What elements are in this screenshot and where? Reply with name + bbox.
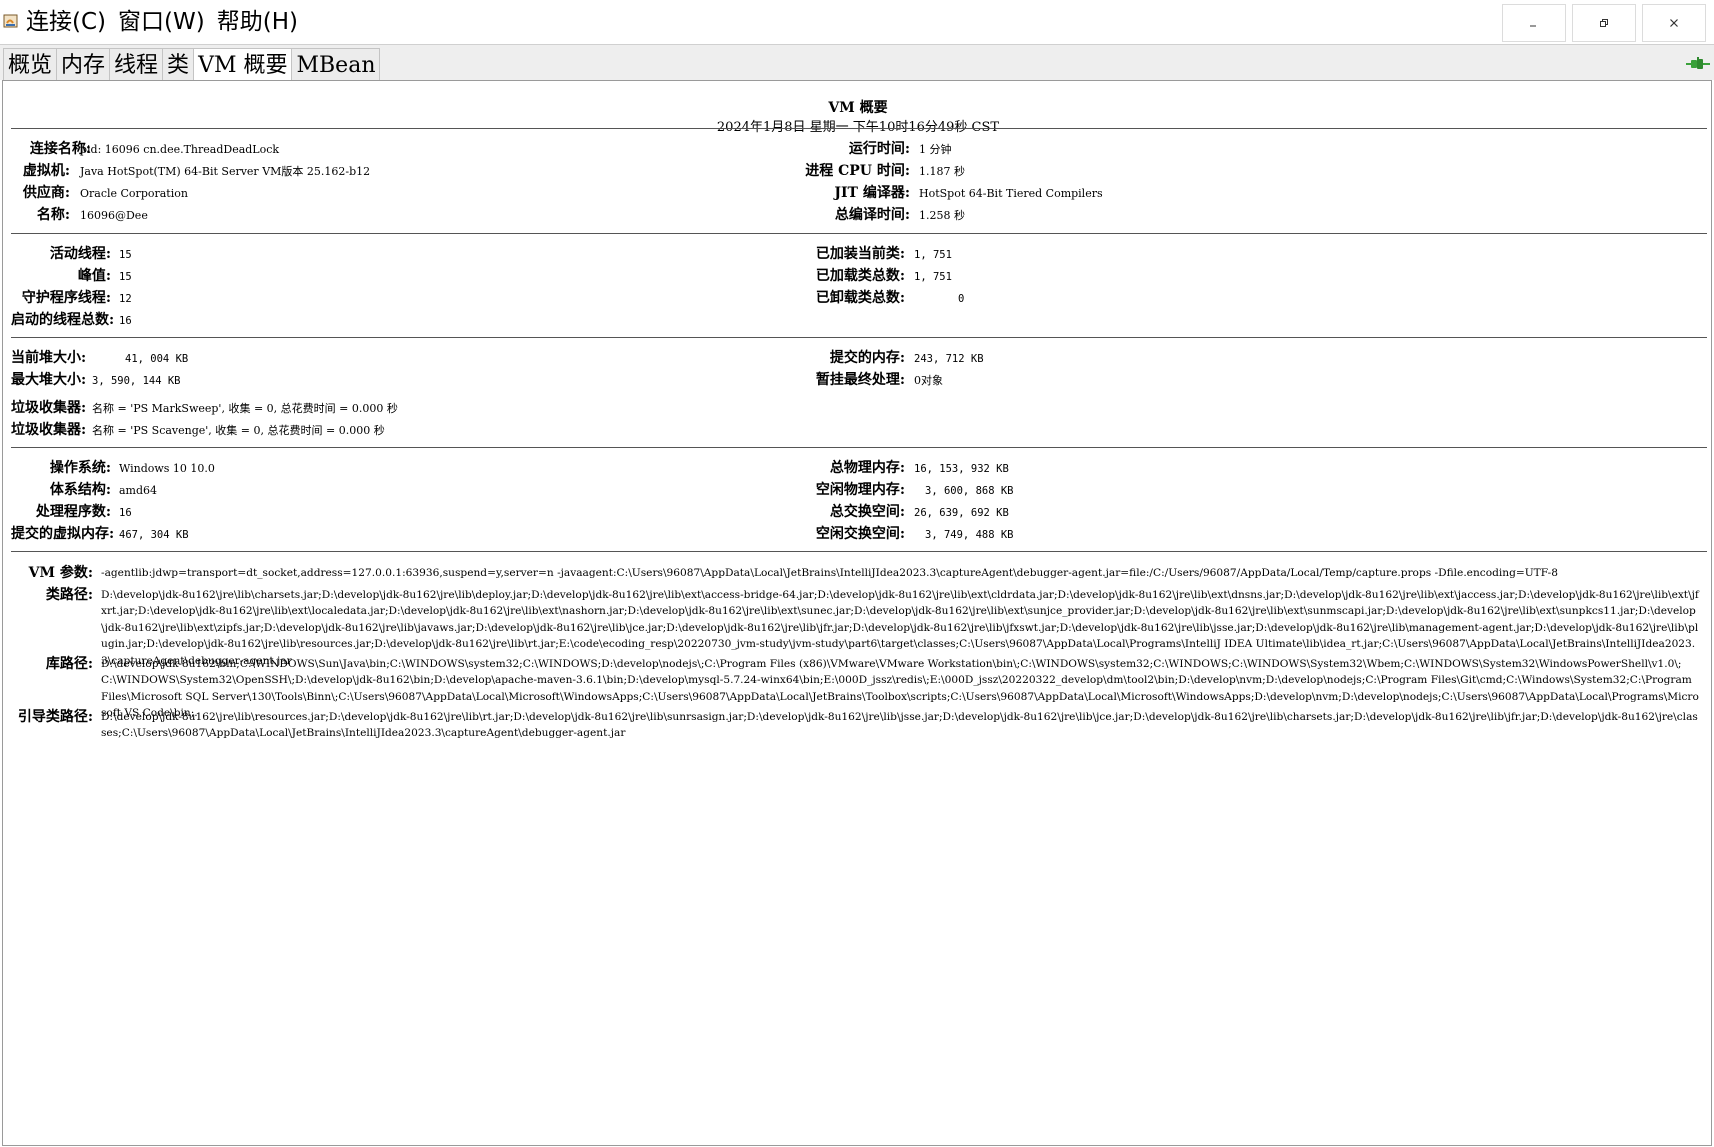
jit-compiler-value: HotSpot 64-Bit Tiered Compilers: [919, 187, 1103, 200]
vendor-value: Oracle Corporation: [80, 187, 188, 200]
loaded-classes-label: 已加装当前类:: [815, 246, 905, 262]
classpath-label: 类路径:: [45, 587, 93, 603]
processors-value: 16: [119, 507, 132, 519]
gc-scavenge-label: 垃圾收集器:: [11, 422, 87, 438]
connection-name-label: 连接名称:: [29, 141, 91, 157]
unloaded-classes-label: 已卸载类总数:: [815, 290, 905, 306]
vm-label: 虚拟机:: [22, 163, 70, 179]
committed-memory-label: 提交的内存:: [829, 350, 905, 366]
committed-vmem-label: 提交的虚拟内存:: [11, 526, 115, 542]
compile-time-value: 1.258 秒: [919, 209, 965, 222]
max-heap-value: 3, 590, 144 KB: [92, 375, 181, 387]
os-label: 操作系统:: [49, 460, 111, 476]
close-icon: [1670, 19, 1678, 27]
summary-title: VM 概要: [828, 100, 888, 116]
tab-memory[interactable]: 内存: [56, 48, 111, 82]
gc-marksweep-value: 名称 = 'PS MarkSweep', 收集 = 0, 总花费时间 = 0.0…: [92, 402, 398, 415]
total-swap-label: 总交换空间:: [829, 504, 905, 520]
free-swap-value: 3, 749, 488 KB: [925, 529, 1014, 541]
daemon-threads-label: 守护程序线程:: [21, 290, 111, 306]
section-divider: [11, 551, 1707, 552]
menu-help[interactable]: 帮助(H): [217, 6, 298, 38]
restore-icon: [1600, 19, 1608, 27]
tab-classes[interactable]: 类: [162, 48, 195, 82]
gc-marksweep-label: 垃圾收集器:: [11, 400, 87, 416]
menu-connection[interactable]: 连接(C): [26, 6, 106, 38]
summary-datetime: 2024年1月8日 星期一 下午10时16分49秒 CST: [716, 120, 1000, 135]
connection-name-value: pid: 16096 cn.dee.ThreadDeadLock: [80, 143, 280, 156]
free-physical-memory-label: 空闲物理内存:: [815, 482, 905, 498]
connected-plug-icon[interactable]: [1686, 57, 1710, 71]
section-divider: [11, 233, 1707, 234]
tab-overview[interactable]: 概览: [3, 48, 58, 82]
title-bar: 连接(C) 窗口(W) 帮助(H): [0, 0, 1714, 44]
free-swap-label: 空闲交换空间:: [815, 526, 905, 542]
close-button[interactable]: [1642, 4, 1706, 42]
boot-classpath-label: 引导类路径:: [17, 709, 93, 725]
name-label: 名称:: [36, 207, 70, 223]
total-physical-memory-value: 16, 153, 932 KB: [914, 463, 1009, 475]
java-app-icon: [3, 14, 18, 28]
peak-threads-value: 15: [119, 271, 132, 283]
live-threads-value: 15: [119, 249, 132, 261]
loaded-classes-value: 1, 751: [914, 249, 952, 261]
heap-size-label: 当前堆大小:: [11, 350, 87, 366]
committed-memory-value: 243, 712 KB: [914, 353, 984, 365]
minimize-button[interactable]: [1502, 4, 1566, 42]
arch-value: amd64: [119, 484, 158, 497]
name-value: 16096@Dee: [80, 209, 148, 222]
started-threads-value: 16: [119, 315, 132, 327]
vm-args-value: -agentlib:jdwp=transport=dt_socket,addre…: [101, 567, 1558, 579]
total-swap-value: 26, 639, 692 KB: [914, 507, 1009, 519]
boot-classpath-value: D:\develop\jdk-8u162\jre\lib\resources.j…: [101, 711, 1698, 740]
section-divider: [11, 447, 1707, 448]
cpu-time-label: 进程 CPU 时间:: [805, 163, 910, 179]
tab-vm-summary[interactable]: VM 概要: [193, 48, 293, 82]
arch-label: 体系结构:: [49, 482, 111, 498]
heap-size-value: 41, 004 KB: [125, 353, 189, 365]
vm-value: Java HotSpot(TM) 64-Bit Server VM版本 25.1…: [80, 165, 371, 178]
total-loaded-classes-label: 已加载类总数:: [815, 268, 905, 284]
tab-mbean[interactable]: MBean: [291, 48, 381, 82]
compile-time-label: 总编译时间:: [834, 207, 910, 223]
minimize-icon: [1530, 25, 1536, 27]
started-threads-label: 启动的线程总数:: [11, 312, 115, 328]
unloaded-classes-value: 0: [958, 293, 965, 305]
daemon-threads-value: 12: [119, 293, 132, 305]
max-heap-label: 最大堆大小:: [11, 372, 87, 388]
menu-bar: 连接(C) 窗口(W) 帮助(H): [26, 6, 298, 38]
menu-window[interactable]: 窗口(W): [118, 6, 205, 38]
jit-compiler-label: JIT 编译器:: [834, 185, 910, 201]
pending-finalization-value: 0对象: [914, 374, 943, 387]
section-divider: [11, 337, 1707, 338]
committed-vmem-value: 467, 304 KB: [119, 529, 189, 541]
uptime-value: 1 分钟: [919, 143, 952, 156]
live-threads-label: 活动线程:: [49, 246, 111, 262]
gc-scavenge-value: 名称 = 'PS Scavenge', 收集 = 0, 总花费时间 = 0.00…: [92, 424, 385, 437]
uptime-label: 运行时间:: [848, 141, 910, 157]
vm-summary-panel: VM 概要 2024年1月8日 星期一 下午10时16分49秒 CST 连接名称…: [2, 80, 1712, 1146]
pending-finalization-label: 暂挂最终处理:: [815, 372, 905, 388]
total-physical-memory-label: 总物理内存:: [829, 460, 905, 476]
tab-threads[interactable]: 线程: [109, 48, 164, 82]
processors-label: 处理程序数:: [35, 504, 111, 520]
total-loaded-classes-value: 1, 751: [914, 271, 952, 283]
vendor-label: 供应商:: [22, 185, 70, 201]
library-path-label: 库路径:: [45, 656, 93, 672]
cpu-time-value: 1.187 秒: [919, 165, 965, 178]
tab-bar: 概览 内存 线程 类 VM 概要 MBean: [0, 44, 1714, 82]
section-divider: [11, 128, 1707, 129]
restore-button[interactable]: [1572, 4, 1636, 42]
free-physical-memory-value: 3, 600, 868 KB: [925, 485, 1014, 497]
peak-threads-label: 峰值:: [77, 268, 111, 284]
os-value: Windows 10 10.0: [119, 462, 215, 475]
vm-args-label: VM 参数:: [28, 565, 93, 581]
